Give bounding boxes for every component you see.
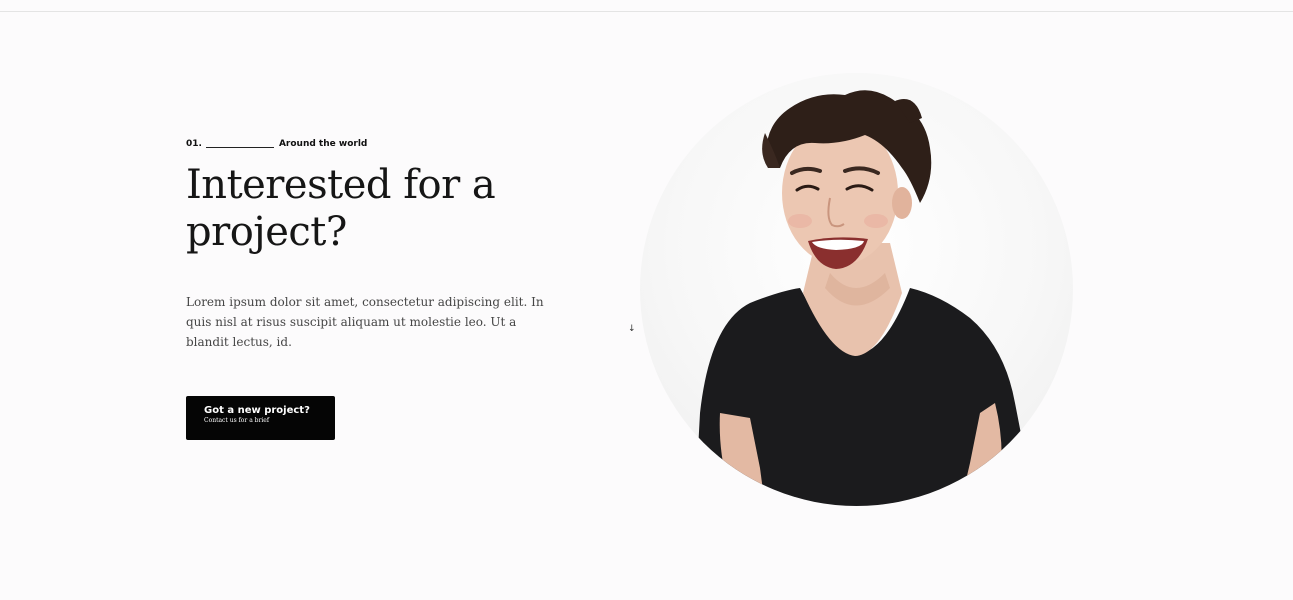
hero-headline: Interested for a project?: [186, 162, 496, 255]
cta-title: Got a new project?: [204, 405, 310, 416]
portrait-photo: [695, 90, 1035, 506]
new-project-button[interactable]: Got a new project? Contact us for a brie…: [186, 396, 335, 440]
portrait-image: [640, 73, 1073, 506]
hero-section: 01. Around the world Interested for a pr…: [0, 12, 1293, 600]
section-label: Around the world: [278, 139, 368, 149]
section-number: 01.: [186, 139, 202, 149]
section-eyebrow: 01. Around the world: [186, 139, 367, 149]
eyebrow-divider-line: [205, 146, 274, 148]
hero-description: Lorem ipsum dolor sit amet, consectetur …: [186, 295, 544, 349]
cta-subtitle: Contact us for a brief: [204, 417, 270, 424]
down-arrow-icon[interactable]: ↓: [628, 324, 636, 334]
